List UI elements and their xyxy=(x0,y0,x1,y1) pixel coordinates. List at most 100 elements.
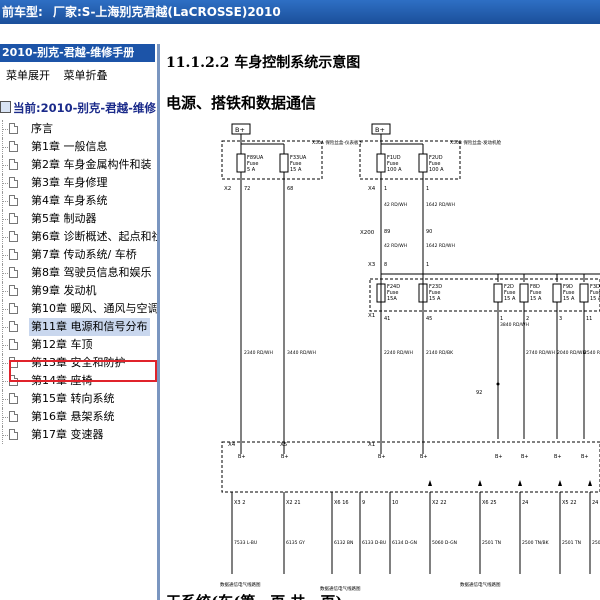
sidebar-title: 2010-别克-君越-维修手册 xyxy=(0,44,155,62)
document-icon xyxy=(9,393,18,404)
fuse-rating: 100 A xyxy=(387,167,402,173)
next-heading: 天系统(车(第一页,共一页) xyxy=(166,591,343,600)
connector-label: X5 xyxy=(280,442,288,448)
content-pane: 11.1.2.2 车身控制系统示意图 电源、搭铁和数据通信 B+ B+ X50A 保… xyxy=(160,44,600,600)
tree-branch xyxy=(2,219,8,220)
tree-item[interactable]: 第5章 制动器 xyxy=(0,210,157,228)
highlight-box xyxy=(9,360,157,382)
tree-item-label: 第16章 悬架系统 xyxy=(31,410,115,423)
wire-label: 3840 RD/WH xyxy=(500,322,529,328)
tree-item-label: 第2章 车身金属构件和装 xyxy=(31,158,152,171)
tree-item[interactable]: 第9章 发动机 xyxy=(0,282,157,300)
tree-branch xyxy=(2,291,8,292)
tree-branch xyxy=(2,201,8,202)
tree-item-label: 序言 xyxy=(31,122,53,135)
battery-label: B+ xyxy=(375,126,385,134)
sidebar: 2010-别克-君越-维修手册 菜单展开 菜单折叠 当前:2010-别克-君越-… xyxy=(0,44,160,600)
section-number: 11.1.2.2 xyxy=(166,55,230,71)
pin-number: 1 xyxy=(384,186,387,192)
tree-item[interactable]: 第1章 一般信息 xyxy=(0,138,157,156)
battery-label: B+ xyxy=(235,126,245,134)
fuse-rating: 100 A xyxy=(429,167,444,173)
car-model-label: 前车型: xyxy=(2,5,43,19)
arrow-up-icon xyxy=(518,480,522,486)
tree-item[interactable]: 第3章 车身修理 xyxy=(0,174,157,192)
tree-item-label: 第5章 制动器 xyxy=(31,212,97,225)
document-icon xyxy=(9,303,18,314)
document-icon xyxy=(9,141,18,152)
connector-label: X200 xyxy=(360,230,375,236)
wire-label: 1642 RD/WH xyxy=(426,202,455,208)
tree-item-label: 第12章 车顶 xyxy=(31,338,93,351)
tree-item[interactable]: 序言 xyxy=(0,120,157,138)
pin-number: X6 25 xyxy=(482,500,497,506)
menu-controls: 菜单展开 菜单折叠 xyxy=(6,67,118,83)
wire-label: 2240 RD/WH xyxy=(384,350,413,356)
connector-label: X1 xyxy=(368,313,375,319)
chapter-tree: 序言第1章 一般信息第2章 车身金属构件和装第3章 车身修理 第4章 车身系统第5… xyxy=(0,120,157,444)
pin-number: 2 xyxy=(526,316,529,322)
document-icon xyxy=(9,231,18,242)
fuse-rating: 15 A xyxy=(590,296,600,302)
tree-item[interactable]: 第15章 转向系统 xyxy=(0,390,157,408)
pin-number: 1 xyxy=(426,186,429,192)
document-icon xyxy=(9,249,18,260)
module-b-plus: B+ xyxy=(378,454,386,460)
fuse-box-right xyxy=(359,140,461,180)
section-subheading: 电源、搭铁和数据通信 xyxy=(166,94,317,112)
wire-label: 2740 RD/WH xyxy=(526,350,555,356)
pin-number: X2 22 xyxy=(432,500,447,506)
pin-number: X2 21 xyxy=(286,500,301,506)
menu-expand-button[interactable]: 菜单展开 xyxy=(6,69,50,82)
menu-collapse-button[interactable]: 菜单折叠 xyxy=(64,69,108,82)
book-icon xyxy=(0,101,11,113)
tree-item[interactable]: 第8章 驾驶员信息和娱乐 xyxy=(0,264,157,282)
current-manual-label: 当前:2010-别克-君越-维修 xyxy=(13,101,156,115)
tree-item-label: 第7章 传动系统/ 车桥 xyxy=(31,248,137,261)
tree-item[interactable]: 第10章 暖风、通风与空调 xyxy=(0,300,157,318)
pin-number: 8 xyxy=(384,262,387,268)
tree-item[interactable]: 第12章 车顶 xyxy=(0,336,157,354)
tree-branch xyxy=(2,399,8,400)
pin-number: X3 2 xyxy=(234,500,245,506)
arrow-up-icon xyxy=(558,480,562,486)
tree-item[interactable]: 第4章 车身系统 xyxy=(0,192,157,210)
fuse-symbol xyxy=(279,153,289,173)
tree-branch xyxy=(2,345,8,346)
tree-branch xyxy=(2,309,8,310)
wire-label: 3440 RD/WH xyxy=(287,350,316,356)
tree-branch xyxy=(2,237,8,238)
fuse-rating: 5 A xyxy=(247,167,256,173)
tree-item[interactable]: 第7章 传动系统/ 车桥 xyxy=(0,246,157,264)
arrow-up-icon xyxy=(428,480,432,486)
fuse-rating: 15 A xyxy=(530,296,542,302)
connector-label: X3 xyxy=(368,262,376,268)
tree-item-label: 第6章 诊断概述、起点和社 xyxy=(31,230,160,243)
tree-branch xyxy=(2,435,8,436)
pin-number: X6 16 xyxy=(334,500,349,506)
current-manual[interactable]: 当前:2010-别克-君越-维修 xyxy=(0,100,156,116)
module-b-plus: B+ xyxy=(420,454,428,460)
arrow-up-icon xyxy=(478,480,482,486)
connector-label: X1 xyxy=(368,442,375,448)
tree-item[interactable]: 第2章 车身金属构件和装 xyxy=(0,156,157,174)
tree-item-label: 第8章 驾驶员信息和娱乐 xyxy=(31,266,152,279)
arrow-up-icon xyxy=(588,480,592,486)
pin-number: X5 22 xyxy=(562,500,577,506)
tree-branch xyxy=(2,255,8,256)
fuse-symbol xyxy=(236,153,246,173)
tree-item[interactable]: 第16章 悬架系统 xyxy=(0,408,157,426)
module-b-plus: B+ xyxy=(554,454,562,460)
fuse-rating: 15 A xyxy=(563,296,575,302)
pin-number: 10 xyxy=(392,500,398,506)
connector-label: X4 xyxy=(228,442,236,448)
title-bar: 前车型: 厂家:S-上海别克君越(LaCROSSE)2010 xyxy=(0,0,600,24)
note-label: 数据通信电气线路图 xyxy=(460,581,501,588)
tree-item[interactable]: 第6章 诊断概述、起点和社 xyxy=(0,228,157,246)
fuse-box-right-label: X50B 保险丝盒-发动机舱 xyxy=(450,139,501,146)
tree-item[interactable]: 第17章 变速器 xyxy=(0,426,157,444)
tree-item[interactable]: 第11章 电源和信号分布 xyxy=(0,318,157,336)
pin-number: 72 xyxy=(244,186,250,192)
pin-number: 90 xyxy=(426,229,432,235)
pin-number: 24 xyxy=(522,500,528,506)
